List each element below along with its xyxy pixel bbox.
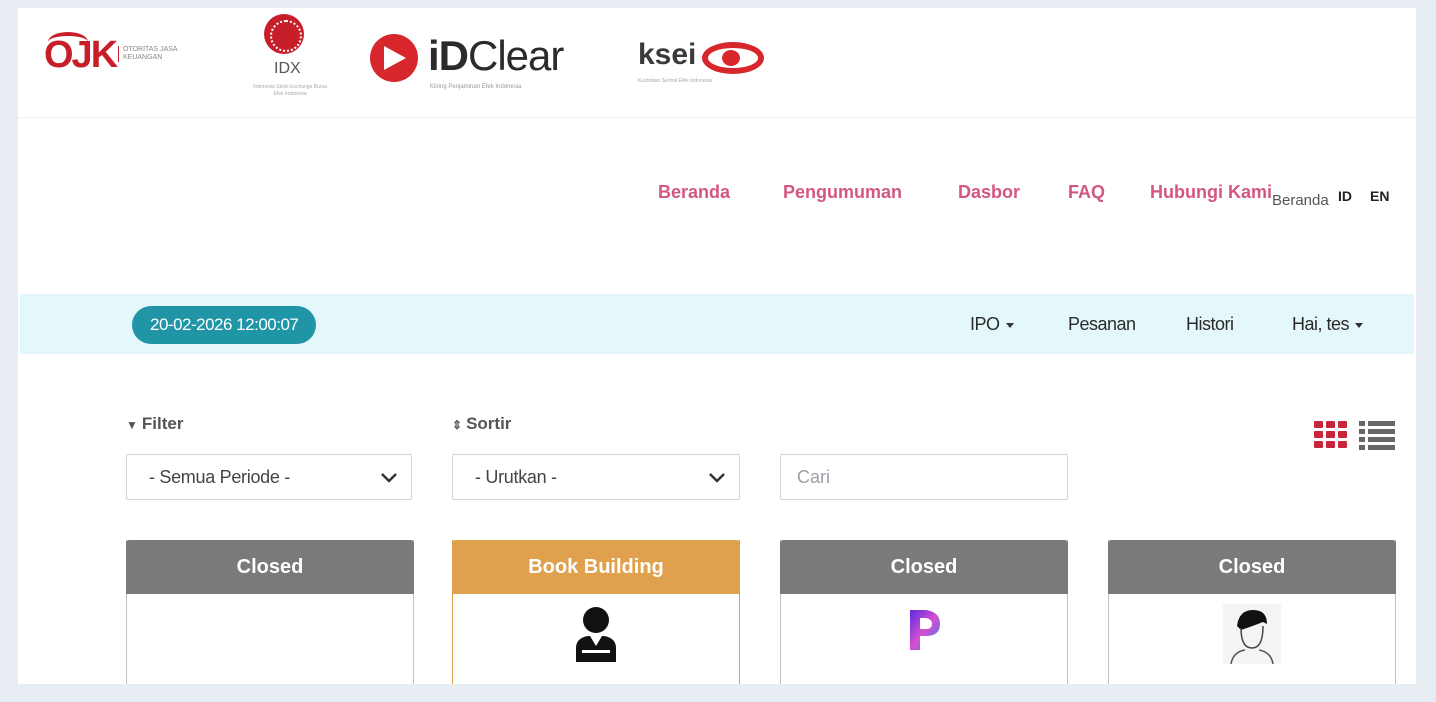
list-icon[interactable] [1358,418,1396,452]
nav-dasbor[interactable]: Dasbor [958,182,1020,203]
idx-globe-icon [264,14,304,54]
sort-select-value: - Urutkan - [475,467,557,487]
face-sketch-icon [1223,604,1281,664]
ksei-tagline: Kustodian Sentral Efek Indonesia [638,78,712,84]
period-select-value: - Semua Periode - [149,467,290,487]
search-input[interactable] [780,454,1068,500]
idx-logo-subtext: Indonesia Stock Exchange Bursa Efek Indo… [253,84,327,97]
ipo-card[interactable]: Closed [780,540,1068,684]
idx-logo-text: IDX [274,60,301,77]
filter-label-text: Filter [141,414,184,433]
period-select[interactable]: - Semua Periode - [126,454,412,500]
idx-logo[interactable]: IDX Indonesia Stock Exchange Bursa Efek … [250,10,330,106]
idclear-wordmark: iDClear [428,32,564,80]
filter-label: ▼ Filter [126,414,183,434]
menu-ipo[interactable]: IPO [970,314,1014,335]
grid-icon[interactable] [1312,418,1350,452]
app-frame: OJK OTORITAS JASA KEUANGAN IDX Indonesia… [18,8,1416,684]
menu-user-label: Hai, tes [1292,314,1350,334]
sort-label-text: Sortir [466,414,512,433]
ojk-logo-mark: OJK [44,34,118,76]
p-logo-icon [910,610,940,650]
chevron-down-icon [381,473,397,483]
sub-nav-bar: 20-02-2026 12:00:07 IPO Pesanan Histori … [20,294,1414,354]
ojk-logo[interactable]: OJK OTORITAS JASA KEUANGAN [44,26,184,82]
idclear-prefix: iD [428,32,469,79]
menu-pesanan[interactable]: Pesanan [1068,314,1136,335]
lang-en-button[interactable]: EN [1370,188,1389,204]
ksei-eye-icon [702,42,764,74]
caret-down-icon [1005,322,1014,328]
main-nav: Beranda Pengumuman Dasbor FAQ Hubungi Ka… [18,180,1416,210]
lang-id-button[interactable]: ID [1338,188,1352,204]
ojk-logo-text: OTORITAS JASA KEUANGAN [118,46,178,62]
ipo-card[interactable]: Closed [126,540,414,684]
ipo-card[interactable]: Book Building [452,540,740,684]
nav-hubungi-kami[interactable]: Hubungi Kami [1150,182,1272,203]
datetime-badge: 20-02-2026 12:00:07 [132,306,317,344]
menu-histori[interactable]: Histori [1186,314,1234,335]
menu-user[interactable]: Hai, tes [1292,314,1364,335]
breadcrumb: Beranda [1272,192,1329,209]
chevron-down-icon [709,473,725,483]
nav-pengumuman[interactable]: Pengumuman [783,182,902,203]
ipo-card[interactable]: Closed [1108,540,1396,684]
card-status: Closed [126,540,414,594]
card-status: Closed [780,540,1068,594]
idclear-tagline: Kliring Penjaminan Efek Indonesia [430,84,522,90]
caret-down-icon [1355,322,1364,328]
idclear-play-icon [370,34,418,82]
sort-select[interactable]: - Urutkan - [452,454,740,500]
sort-label: ⇕ Sortir [452,414,511,434]
person-silhouette-icon [576,607,616,662]
menu-ipo-label: IPO [970,314,1000,334]
nav-beranda[interactable]: Beranda [658,182,730,203]
card-status: Book Building [452,540,740,594]
card-status: Closed [1108,540,1396,594]
sort-icon: ⇕ [452,418,463,432]
ksei-logo[interactable]: ksei Kustodian Sentral Efek Indonesia [634,38,774,88]
ksei-wordmark: ksei [638,38,697,71]
idclear-logo[interactable]: iDClear Kliring Penjaminan Efek Indonesi… [370,32,600,94]
nav-faq[interactable]: FAQ [1068,182,1105,203]
idclear-suffix: Clear [468,32,564,79]
logo-bar: OJK OTORITAS JASA KEUANGAN IDX Indonesia… [18,8,1416,118]
funnel-icon: ▼ [126,418,138,432]
